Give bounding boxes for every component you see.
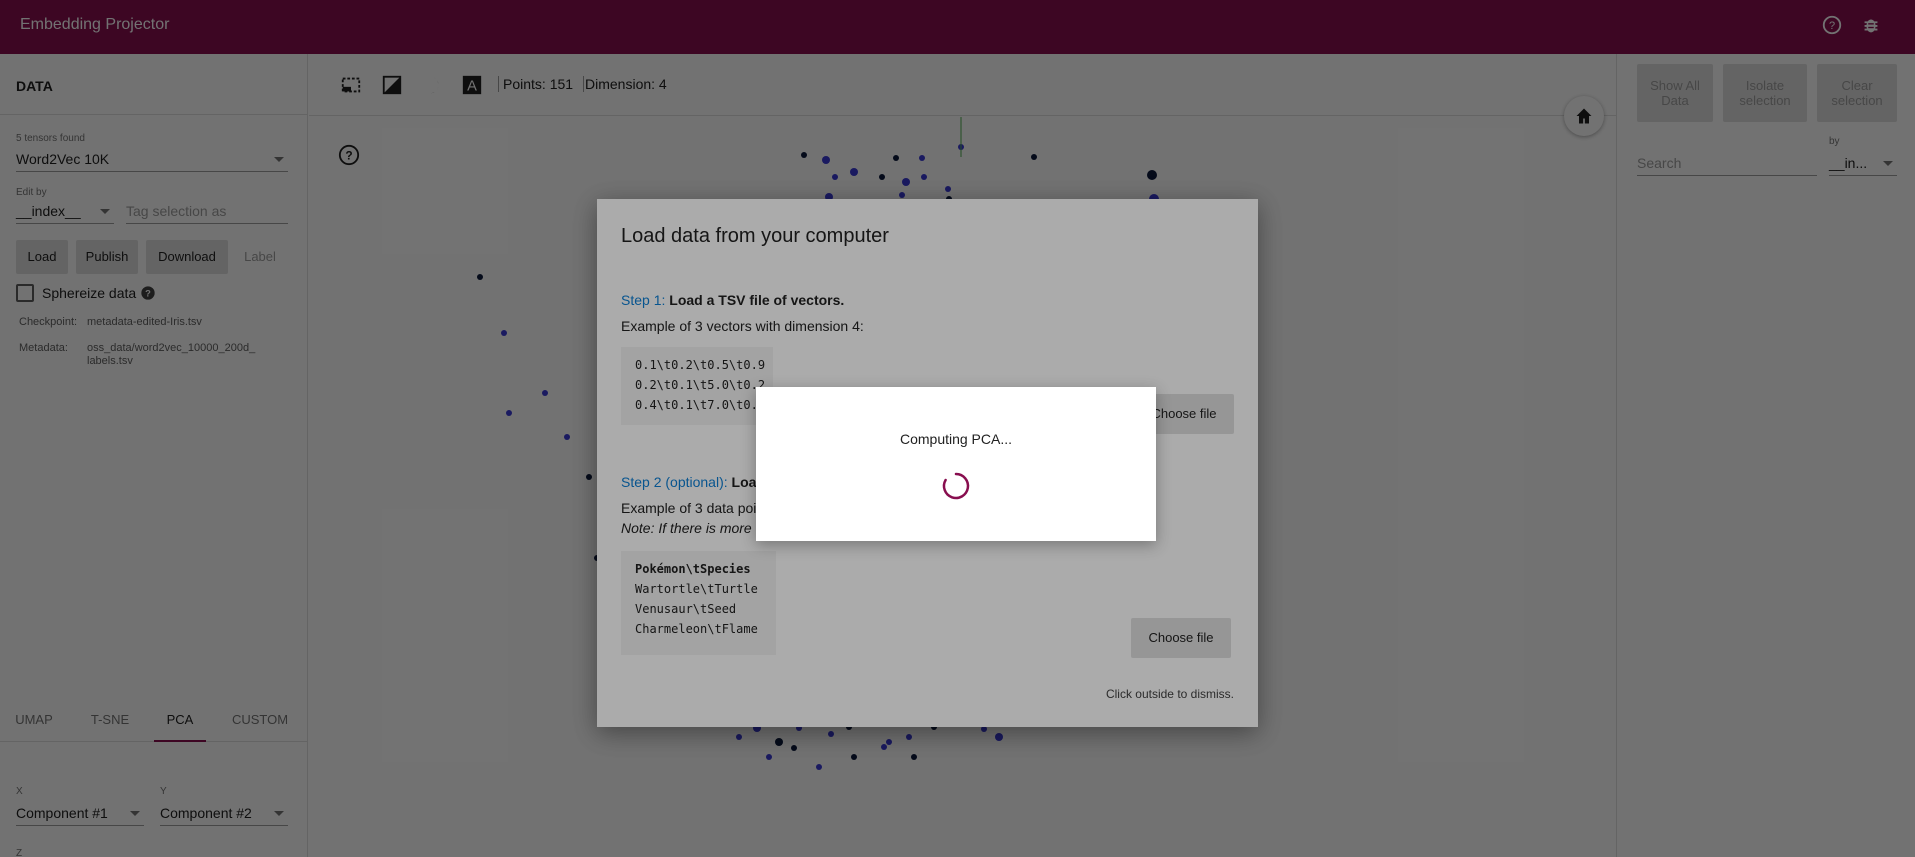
progress-dialog: Computing PCA...: [756, 387, 1156, 541]
progress-message: Computing PCA...: [899, 431, 1013, 447]
spinner-icon: [942, 472, 970, 500]
